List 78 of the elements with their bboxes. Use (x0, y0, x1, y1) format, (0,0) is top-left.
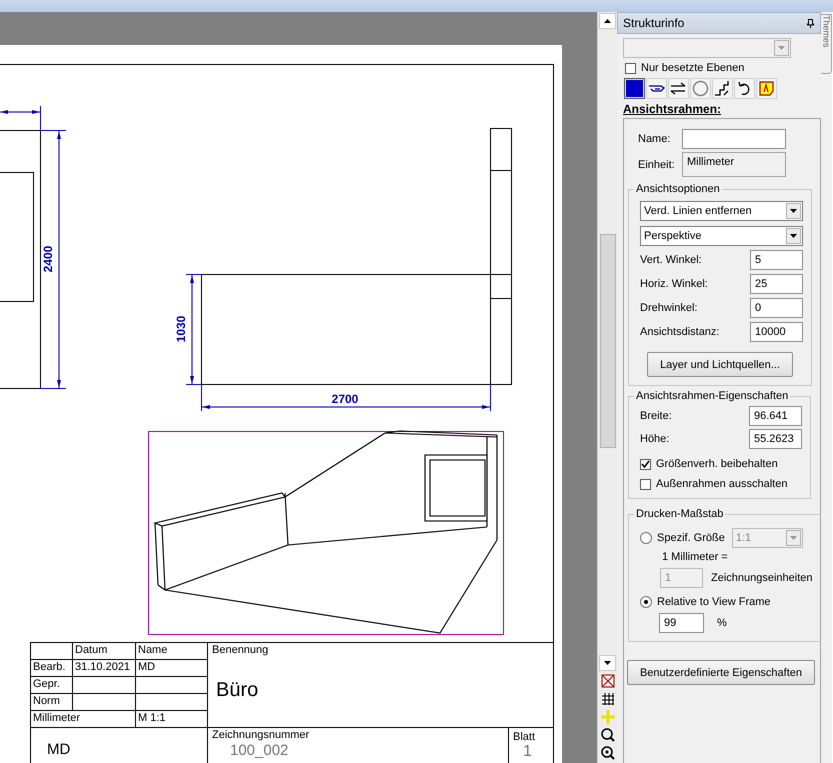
dimension-label: 2700 (332, 392, 358, 406)
tag-icon (757, 79, 776, 98)
field-label: Drehwinkel: (640, 302, 698, 314)
checkbox-label: Nur besetzte Ebenen (641, 62, 744, 74)
drawing-number: 100_002 (230, 743, 290, 758)
field-label: Höhe: (640, 433, 670, 445)
input-field[interactable]: 25 (750, 274, 803, 294)
checkbox[interactable] (640, 458, 651, 470)
vertical-scrollbar[interactable] (597, 12, 617, 763)
name-field[interactable] (682, 129, 786, 149)
section-heading: Ansichtsrahmen: (623, 102, 722, 116)
table-cell: Millimeter (31, 711, 136, 728)
table-cell: M 1:1 (136, 711, 208, 728)
input-field[interactable]: 10000 (750, 322, 803, 342)
scrollbar-thumb[interactable] (600, 234, 616, 448)
scroll-up-button[interactable] (599, 13, 616, 29)
field-label: Einheit: (638, 158, 675, 170)
panel-title: Strukturinfo (623, 16, 684, 30)
sheet-number: 1 (523, 744, 533, 760)
radio-label: Relative to View Frame (657, 596, 771, 608)
side-tab[interactable]: Themes (821, 14, 832, 74)
title-label: Benennung (212, 645, 270, 656)
group-title: Ansichtsoptionen (635, 183, 721, 195)
layers-button[interactable]: Layer und Lichtquellen... (647, 352, 793, 377)
scroll-down-button[interactable] (599, 655, 616, 671)
circle-icon (691, 79, 710, 98)
empty-table-cell (73, 677, 136, 694)
table-cell: Gepr. (31, 677, 73, 694)
unit-field: Millimeter (682, 152, 786, 177)
field-label: Vert. Winkel: (640, 254, 702, 266)
field-label: Horiz. Winkel: (640, 278, 708, 290)
field-label: Ansichtsdistanz: (640, 326, 720, 338)
input-field[interactable]: 5 (750, 250, 803, 270)
dropdown[interactable]: Verd. Linien entfernen (640, 201, 803, 221)
sheet-label: Blatt (513, 732, 536, 743)
empty-table-cell (136, 677, 208, 694)
unit-label: % (717, 617, 727, 629)
radio-button[interactable] (640, 532, 652, 544)
field-label: Zeichnungseinheiten (711, 572, 813, 584)
zoom-icon[interactable] (600, 727, 616, 743)
checkbox-label: Größenverh. beibehalten (656, 458, 778, 470)
input-field[interactable]: 55.2623 (749, 429, 802, 449)
dimension-label: 1030 (174, 316, 188, 342)
custom-properties-button[interactable]: Benutzerdefinierte Eigenschaften (627, 660, 815, 685)
empty-table-cell (136, 694, 208, 711)
radio-label: Spezif. Größe (657, 532, 725, 544)
checkbox[interactable] (625, 62, 636, 74)
input-field[interactable]: 0 (750, 298, 803, 318)
grid-icon[interactable] (600, 691, 616, 707)
table-cell: 31.10.2021 (73, 660, 136, 677)
field-label: Name: (638, 133, 670, 145)
dimension-label: 2400 (41, 246, 55, 272)
equation-text: 1 Millimeter = (662, 551, 729, 563)
group-title: Drucken-Maßstab (635, 508, 724, 520)
number-label: Zeichnungsnummer (212, 730, 310, 741)
empty-table-cell (73, 694, 136, 711)
field-label: Breite: (640, 410, 672, 422)
close-box-icon[interactable] (600, 673, 616, 689)
table-cell: Datum (73, 643, 136, 660)
radio-button[interactable] (640, 596, 652, 608)
arrow-down-icon (604, 661, 611, 665)
zoom-icon[interactable] (600, 745, 616, 761)
table-cell: Norm (31, 694, 73, 711)
color-swatch-icon (625, 79, 644, 98)
pin-icon[interactable] (807, 18, 814, 28)
group-title: Ansichtsrahmen-Eigenschaften (635, 390, 790, 402)
author-initials: MD (47, 742, 72, 757)
checkbox[interactable] (640, 478, 651, 490)
percent-field[interactable]: 99 (659, 613, 704, 633)
checkbox-label: Außenrahmen ausschalten (656, 478, 788, 490)
dropdown[interactable]: Perspektive (640, 226, 803, 246)
table-cell: Bearb. (31, 660, 73, 677)
tool-button[interactable] (624, 78, 645, 99)
arrow-up-icon (604, 19, 611, 23)
table-cell: MD (136, 660, 208, 677)
drawing-title: Büro (216, 680, 260, 700)
input-field[interactable]: 96.641 (749, 406, 802, 426)
table-cell: Name (136, 643, 208, 660)
